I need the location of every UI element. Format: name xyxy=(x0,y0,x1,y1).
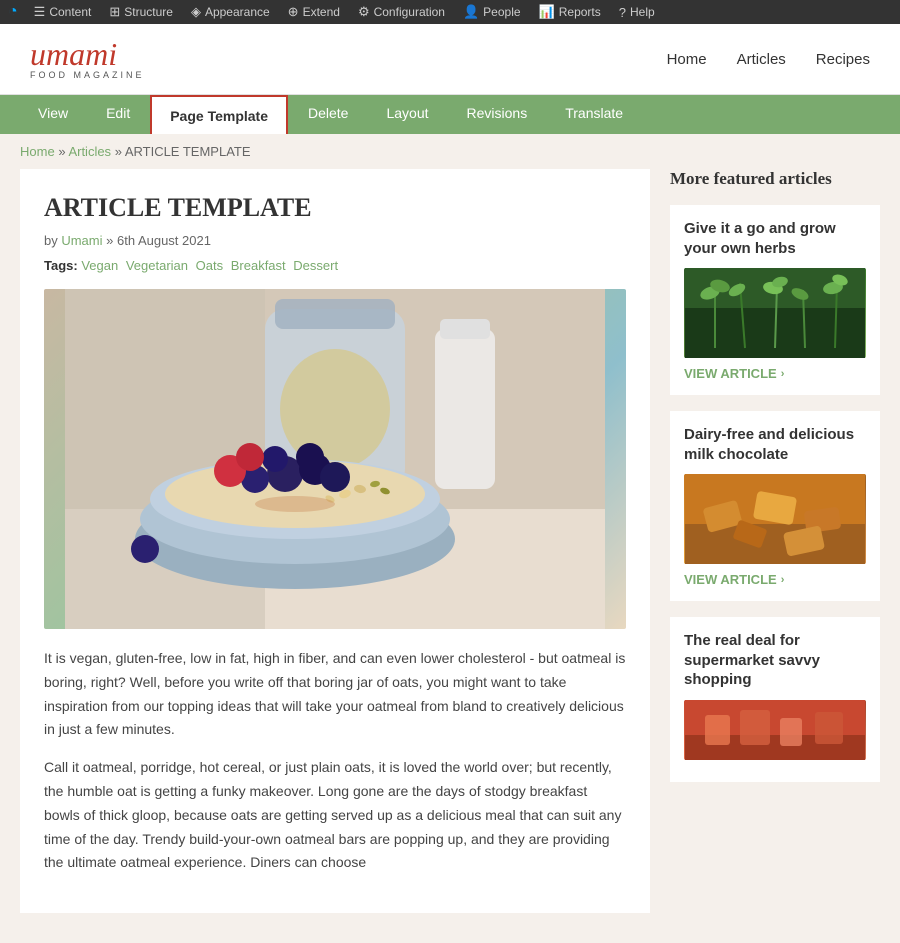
breadcrumb: Home » Articles » ARTICLE TEMPLATE xyxy=(0,134,900,169)
article-para-2: Call it oatmeal, porridge, hot cereal, o… xyxy=(44,756,626,875)
article-image xyxy=(44,289,626,629)
tab-translate[interactable]: Translate xyxy=(547,95,641,134)
nav-home[interactable]: Home xyxy=(667,51,707,68)
toolbar-item-content[interactable]: ☰ Content xyxy=(26,0,100,24)
site-header: umami FOOD MAGAZINE Home Articles Recipe… xyxy=(0,24,900,95)
structure-icon: ⊞ xyxy=(109,4,120,20)
main-layout: ARTICLE TEMPLATE by Umami » 6th August 2… xyxy=(0,169,900,943)
featured-card-shopping-title: The real deal for supermarket savvy shop… xyxy=(684,631,866,690)
article-body: It is vegan, gluten-free, low in fat, hi… xyxy=(44,647,626,875)
article-meta: by Umami » 6th August 2021 xyxy=(44,233,626,248)
content-icon: ☰ xyxy=(34,4,46,20)
toolbar-item-configuration[interactable]: ⚙ Configuration xyxy=(350,0,453,24)
featured-card-chocolate: Dairy-free and delicious milk chocolate xyxy=(670,411,880,601)
tags-label: Tags: xyxy=(44,258,78,273)
help-icon: ? xyxy=(619,5,626,20)
tab-bar: View Edit Page Template Delete Layout Re… xyxy=(0,95,900,134)
featured-card-chocolate-image xyxy=(684,474,866,564)
sidebar: More featured articles Give it a go and … xyxy=(670,169,880,913)
tab-page-template[interactable]: Page Template xyxy=(150,95,288,134)
featured-card-herbs: Give it a go and grow your own herbs xyxy=(670,205,880,395)
tag-vegan[interactable]: Vegan xyxy=(81,258,118,273)
tab-revisions[interactable]: Revisions xyxy=(449,95,546,134)
article-para-1: It is vegan, gluten-free, low in fat, hi… xyxy=(44,647,626,742)
featured-card-chocolate-title: Dairy-free and delicious milk chocolate xyxy=(684,425,866,464)
tag-dessert[interactable]: Dessert xyxy=(293,258,338,273)
featured-card-shopping: The real deal for supermarket savvy shop… xyxy=(670,617,880,782)
featured-card-herbs-title: Give it a go and grow your own herbs xyxy=(684,219,866,258)
article-author[interactable]: Umami xyxy=(61,233,102,248)
chevron-icon: › xyxy=(781,368,785,380)
article-title: ARTICLE TEMPLATE xyxy=(44,193,626,223)
toolbar-item-reports[interactable]: 📊 Reports xyxy=(531,0,609,24)
main-nav: Home Articles Recipes xyxy=(667,51,870,68)
tab-layout[interactable]: Layout xyxy=(368,95,446,134)
breadcrumb-home[interactable]: Home xyxy=(20,144,55,159)
sidebar-title: More featured articles xyxy=(670,169,880,189)
article-date: 6th August 2021 xyxy=(117,233,211,248)
admin-toolbar: ◔ ☰ Content ⊞ Structure ◈ Appearance ⊕ E… xyxy=(0,0,900,24)
featured-card-herbs-image xyxy=(684,268,866,358)
site-logo[interactable]: umami FOOD MAGAZINE xyxy=(30,38,145,80)
drupal-icon[interactable]: ◔ xyxy=(8,3,18,21)
tab-edit[interactable]: Edit xyxy=(88,95,148,134)
toolbar-item-people[interactable]: 👤 People xyxy=(455,0,529,24)
chevron-icon-2: › xyxy=(781,574,785,586)
toolbar-item-structure[interactable]: ⊞ Structure xyxy=(101,0,181,24)
view-article-chocolate[interactable]: VIEW ARTICLE › xyxy=(684,572,866,587)
featured-card-shopping-image xyxy=(684,700,866,760)
view-article-herbs[interactable]: VIEW ARTICLE › xyxy=(684,366,866,381)
appearance-icon: ◈ xyxy=(191,4,201,20)
toolbar-item-help[interactable]: ? Help xyxy=(611,0,663,24)
tags-line: Tags: Vegan Vegetarian Oats Breakfast De… xyxy=(44,258,626,273)
toolbar-item-extend[interactable]: ⊕ Extend xyxy=(280,0,348,24)
tab-delete[interactable]: Delete xyxy=(290,95,366,134)
breadcrumb-articles[interactable]: Articles xyxy=(68,144,111,159)
tab-view[interactable]: View xyxy=(20,95,86,134)
reports-icon: 📊 xyxy=(539,4,555,20)
content-wrapper: Home » Articles » ARTICLE TEMPLATE ARTIC… xyxy=(0,134,900,943)
tag-oats[interactable]: Oats xyxy=(196,258,223,273)
nav-articles[interactable]: Articles xyxy=(737,51,786,68)
tag-vegetarian[interactable]: Vegetarian xyxy=(126,258,188,273)
breadcrumb-current: ARTICLE TEMPLATE xyxy=(125,144,251,159)
tag-breakfast[interactable]: Breakfast xyxy=(231,258,286,273)
extend-icon: ⊕ xyxy=(288,4,299,20)
article-main: ARTICLE TEMPLATE by Umami » 6th August 2… xyxy=(20,169,650,913)
toolbar-item-appearance[interactable]: ◈ Appearance xyxy=(183,0,278,24)
nav-recipes[interactable]: Recipes xyxy=(816,51,870,68)
people-icon: 👤 xyxy=(463,4,479,20)
configuration-icon: ⚙ xyxy=(358,4,370,20)
